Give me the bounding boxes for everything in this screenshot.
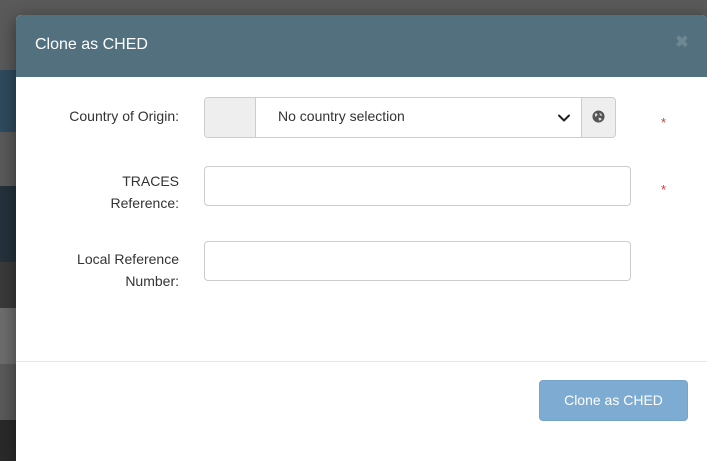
local-reference-number-label: Local Reference Number:: [16, 249, 179, 291]
globe-icon: [592, 110, 605, 123]
chevron-down-icon: [558, 114, 570, 122]
local-label-line1: Local Reference: [77, 251, 179, 267]
country-flag: [205, 98, 256, 137]
local-label-line2: Number:: [125, 273, 179, 289]
country-of-origin-select-group: No country selection: [204, 97, 616, 138]
background-panel: [0, 262, 16, 308]
modal-header: Clone as CHED ✖: [16, 15, 707, 77]
background-panel: [0, 420, 16, 461]
country-select-value: No country selection: [278, 108, 405, 124]
traces-reference-input[interactable]: [204, 166, 631, 206]
country-of-origin-label: Country of Origin:: [69, 108, 179, 124]
required-indicator: *: [661, 115, 667, 130]
country-of-origin-select[interactable]: No country selection: [256, 98, 582, 137]
background-panel: [0, 186, 16, 262]
clone-ched-modal: Clone as CHED ✖ Country of Origin: No co…: [16, 15, 707, 461]
local-reference-number-input[interactable]: [204, 241, 631, 281]
background-panel: [0, 70, 16, 132]
clone-as-ched-button[interactable]: Clone as CHED: [539, 380, 688, 421]
traces-label-line2: Reference:: [110, 195, 179, 211]
required-indicator: *: [661, 182, 667, 197]
traces-label-line1: TRACES: [122, 173, 179, 189]
modal-footer-divider: [16, 361, 707, 362]
background-panel: [0, 308, 16, 364]
close-icon[interactable]: ✖: [675, 35, 689, 51]
modal-title: Clone as CHED: [35, 36, 148, 53]
globe-button[interactable]: [582, 98, 615, 137]
traces-reference-label: TRACES Reference:: [16, 171, 179, 213]
